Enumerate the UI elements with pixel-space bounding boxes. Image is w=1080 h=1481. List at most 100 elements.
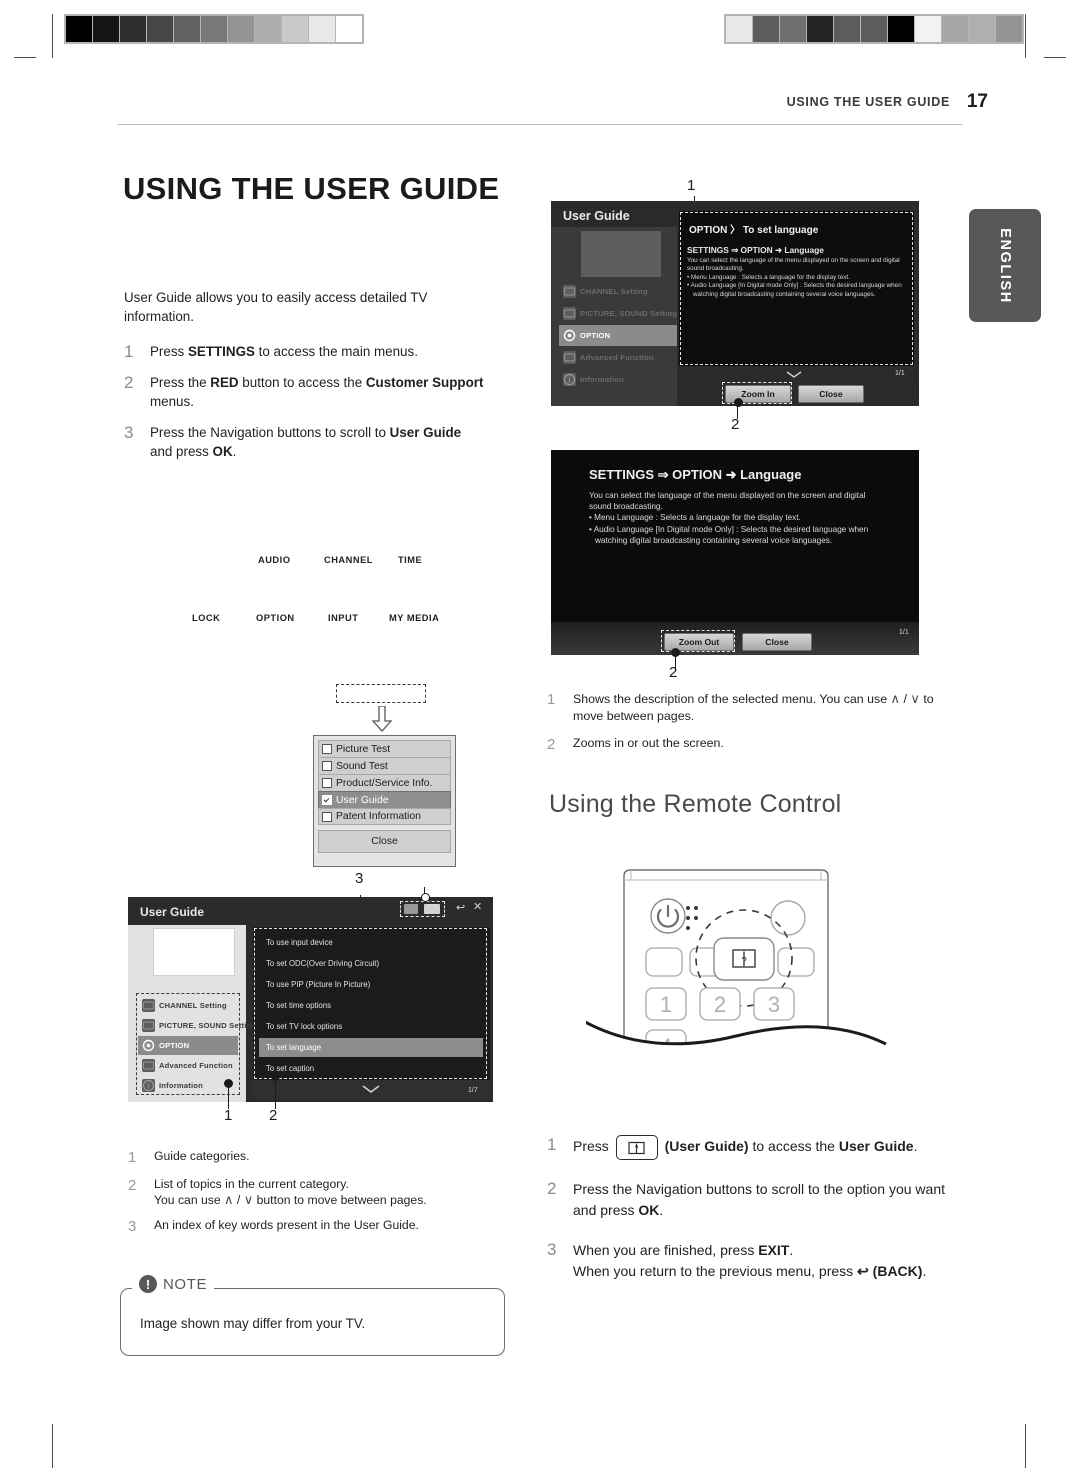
calibration-swatch — [861, 16, 887, 42]
callout-number-3: 3 — [355, 870, 364, 887]
page-title: USING THE USER GUIDE — [123, 171, 500, 206]
list-item: 1 Shows the description of the selected m… — [547, 690, 947, 725]
user-guide-screenshot-left: User Guide CHANNEL Setting PICTURE, SOUND… — [128, 897, 493, 1102]
screenshot-title: User Guide — [140, 905, 205, 919]
support-menu-item-label: Patent Information — [336, 811, 421, 822]
close-button[interactable]: Close — [798, 385, 864, 403]
crop-mark-bottom-right — [1025, 1424, 1026, 1468]
guide-category-item[interactable]: PICTURE, SOUND Setting — [559, 303, 677, 324]
list-item-text: Press the Navigation buttons to scroll t… — [573, 1181, 945, 1218]
screenshot-thumbnail — [153, 928, 235, 976]
calibration-swatch — [201, 16, 227, 42]
exclamation-icon: ! — [139, 1275, 157, 1293]
header-divider — [118, 124, 962, 125]
support-menu-item[interactable]: User Guide — [318, 791, 451, 808]
callout-number-r2a: 2 — [731, 416, 740, 433]
callout-dot-left-1 — [224, 1079, 233, 1088]
list-item: 1 Press SETTINGS to access the main menus… — [124, 342, 484, 361]
close-button[interactable]: Close — [742, 633, 812, 651]
calibration-swatch — [120, 16, 146, 42]
guide-category-item[interactable]: Advanced Function — [559, 347, 677, 368]
panel-heading: OPTION 〉 To set language — [689, 225, 819, 236]
menu-label-audio[interactable]: AUDIO — [258, 555, 290, 565]
list-item-number: 1 — [124, 342, 134, 361]
chevron-down-icon[interactable] — [361, 1084, 381, 1094]
calibration-swatch — [255, 16, 281, 42]
back-icon[interactable]: ↩ — [456, 903, 466, 914]
support-menu-item[interactable]: Patent Information — [318, 808, 451, 825]
calibration-swatch — [147, 16, 173, 42]
support-menu-item[interactable]: Sound Test — [318, 757, 451, 774]
guide-topics-dashed-frame — [254, 928, 487, 1079]
chevron-down-icon[interactable] — [785, 370, 803, 379]
svg-text:1: 1 — [660, 992, 672, 1017]
calibration-swatch — [780, 16, 806, 42]
picture-sound-icon — [563, 307, 576, 320]
callout-number-r1: 1 — [687, 177, 696, 194]
zoom-in-button-highlight — [722, 382, 792, 404]
callout-number-r2b: 2 — [669, 664, 678, 681]
list-item: 2 Zooms in or out the screen. — [547, 735, 947, 754]
callout-dot-3 — [421, 893, 430, 902]
list-item-text: Press the Navigation buttons to scroll t… — [150, 425, 462, 459]
note-header: ! NOTE — [132, 1275, 215, 1293]
list-item: 3 An index of key words present in the Us… — [128, 1217, 498, 1236]
remote-section-title: Using the Remote Control — [549, 790, 842, 818]
panel-breadcrumb: SETTINGS ⇒ OPTION ➜ Language — [687, 245, 824, 255]
menu-label-time[interactable]: TIME — [398, 555, 422, 565]
list-item-number: 1 — [547, 691, 556, 708]
guide-category-item[interactable]: CHANNEL Setting — [559, 281, 677, 302]
calibration-swatch — [66, 16, 92, 42]
down-arrow-icon — [371, 706, 393, 732]
list-item-number: 2 — [124, 373, 134, 392]
list-item-number: 1 — [128, 1149, 137, 1166]
calibration-swatch — [888, 16, 914, 42]
calibration-swatch — [726, 16, 752, 42]
index-icon-2[interactable] — [424, 904, 440, 914]
note-text: Image shown may differ from your TV. — [140, 1316, 366, 1331]
calibration-swatch — [807, 16, 833, 42]
calibration-swatch — [996, 16, 1022, 42]
menu-label-input[interactable]: INPUT — [328, 613, 358, 623]
description-line: • Audio Language [In Digital mode Only] … — [687, 282, 902, 298]
checkbox-icon[interactable] — [322, 795, 332, 805]
menu-label-option[interactable]: OPTION — [256, 613, 295, 623]
support-menu-item-label: Picture Test — [336, 743, 391, 755]
checkbox-icon[interactable] — [322, 811, 332, 822]
svg-text:2: 2 — [714, 992, 726, 1017]
list-item: 1 Guide categories. — [128, 1148, 498, 1167]
checkbox-icon[interactable] — [322, 778, 332, 788]
guide-category-item[interactable]: OPTION — [559, 325, 677, 346]
svg-text:?: ? — [741, 956, 747, 967]
guide-category-label: Advanced Function — [580, 353, 654, 362]
index-icon[interactable] — [404, 904, 418, 914]
calibration-swatch — [969, 16, 995, 42]
checkbox-icon[interactable] — [322, 761, 332, 771]
remote-control-illustration: ? 1 2 3 4 — [577, 858, 896, 1069]
crop-mark-left-h — [14, 57, 36, 58]
checkbox-icon[interactable] — [322, 744, 332, 754]
user-guide-key-icon: ? — [615, 1135, 658, 1160]
guide-category-label: OPTION — [580, 331, 611, 340]
calibration-swatch — [915, 16, 941, 42]
menu-label-lock[interactable]: LOCK — [192, 613, 220, 623]
list-item-text: An index of key words present in the Use… — [154, 1218, 419, 1232]
guide-category-item[interactable]: i Information — [559, 369, 677, 390]
menu-label-channel[interactable]: CHANNEL — [324, 555, 373, 565]
dialog-close-button[interactable]: Close — [318, 830, 451, 853]
callout-leader-left-1 — [228, 1087, 230, 1109]
list-item-text: List of topics in the current category. Y… — [154, 1177, 427, 1207]
description-line: • Menu Language : Selects a language for… — [589, 513, 801, 523]
list-item-number: 3 — [128, 1218, 137, 1235]
guide-category-label: Information — [580, 375, 624, 384]
close-icon[interactable]: ✕ — [473, 902, 483, 913]
list-item-text: Press SETTINGS to access the main menus. — [150, 344, 418, 359]
list-item-number: 1 — [547, 1135, 557, 1154]
menu-label-my-media[interactable]: MY MEDIA — [389, 613, 439, 623]
guide-category-label: CHANNEL Setting — [580, 287, 648, 296]
support-menu-item[interactable]: Product/Service Info. — [318, 774, 451, 791]
description-line: • Audio Language [In Digital mode Only] … — [589, 524, 869, 545]
page-number: 17 — [966, 91, 988, 112]
support-menu-item[interactable]: Picture Test — [318, 740, 451, 757]
panel-breadcrumb: SETTINGS ⇒ OPTION ➜ Language — [589, 467, 802, 482]
